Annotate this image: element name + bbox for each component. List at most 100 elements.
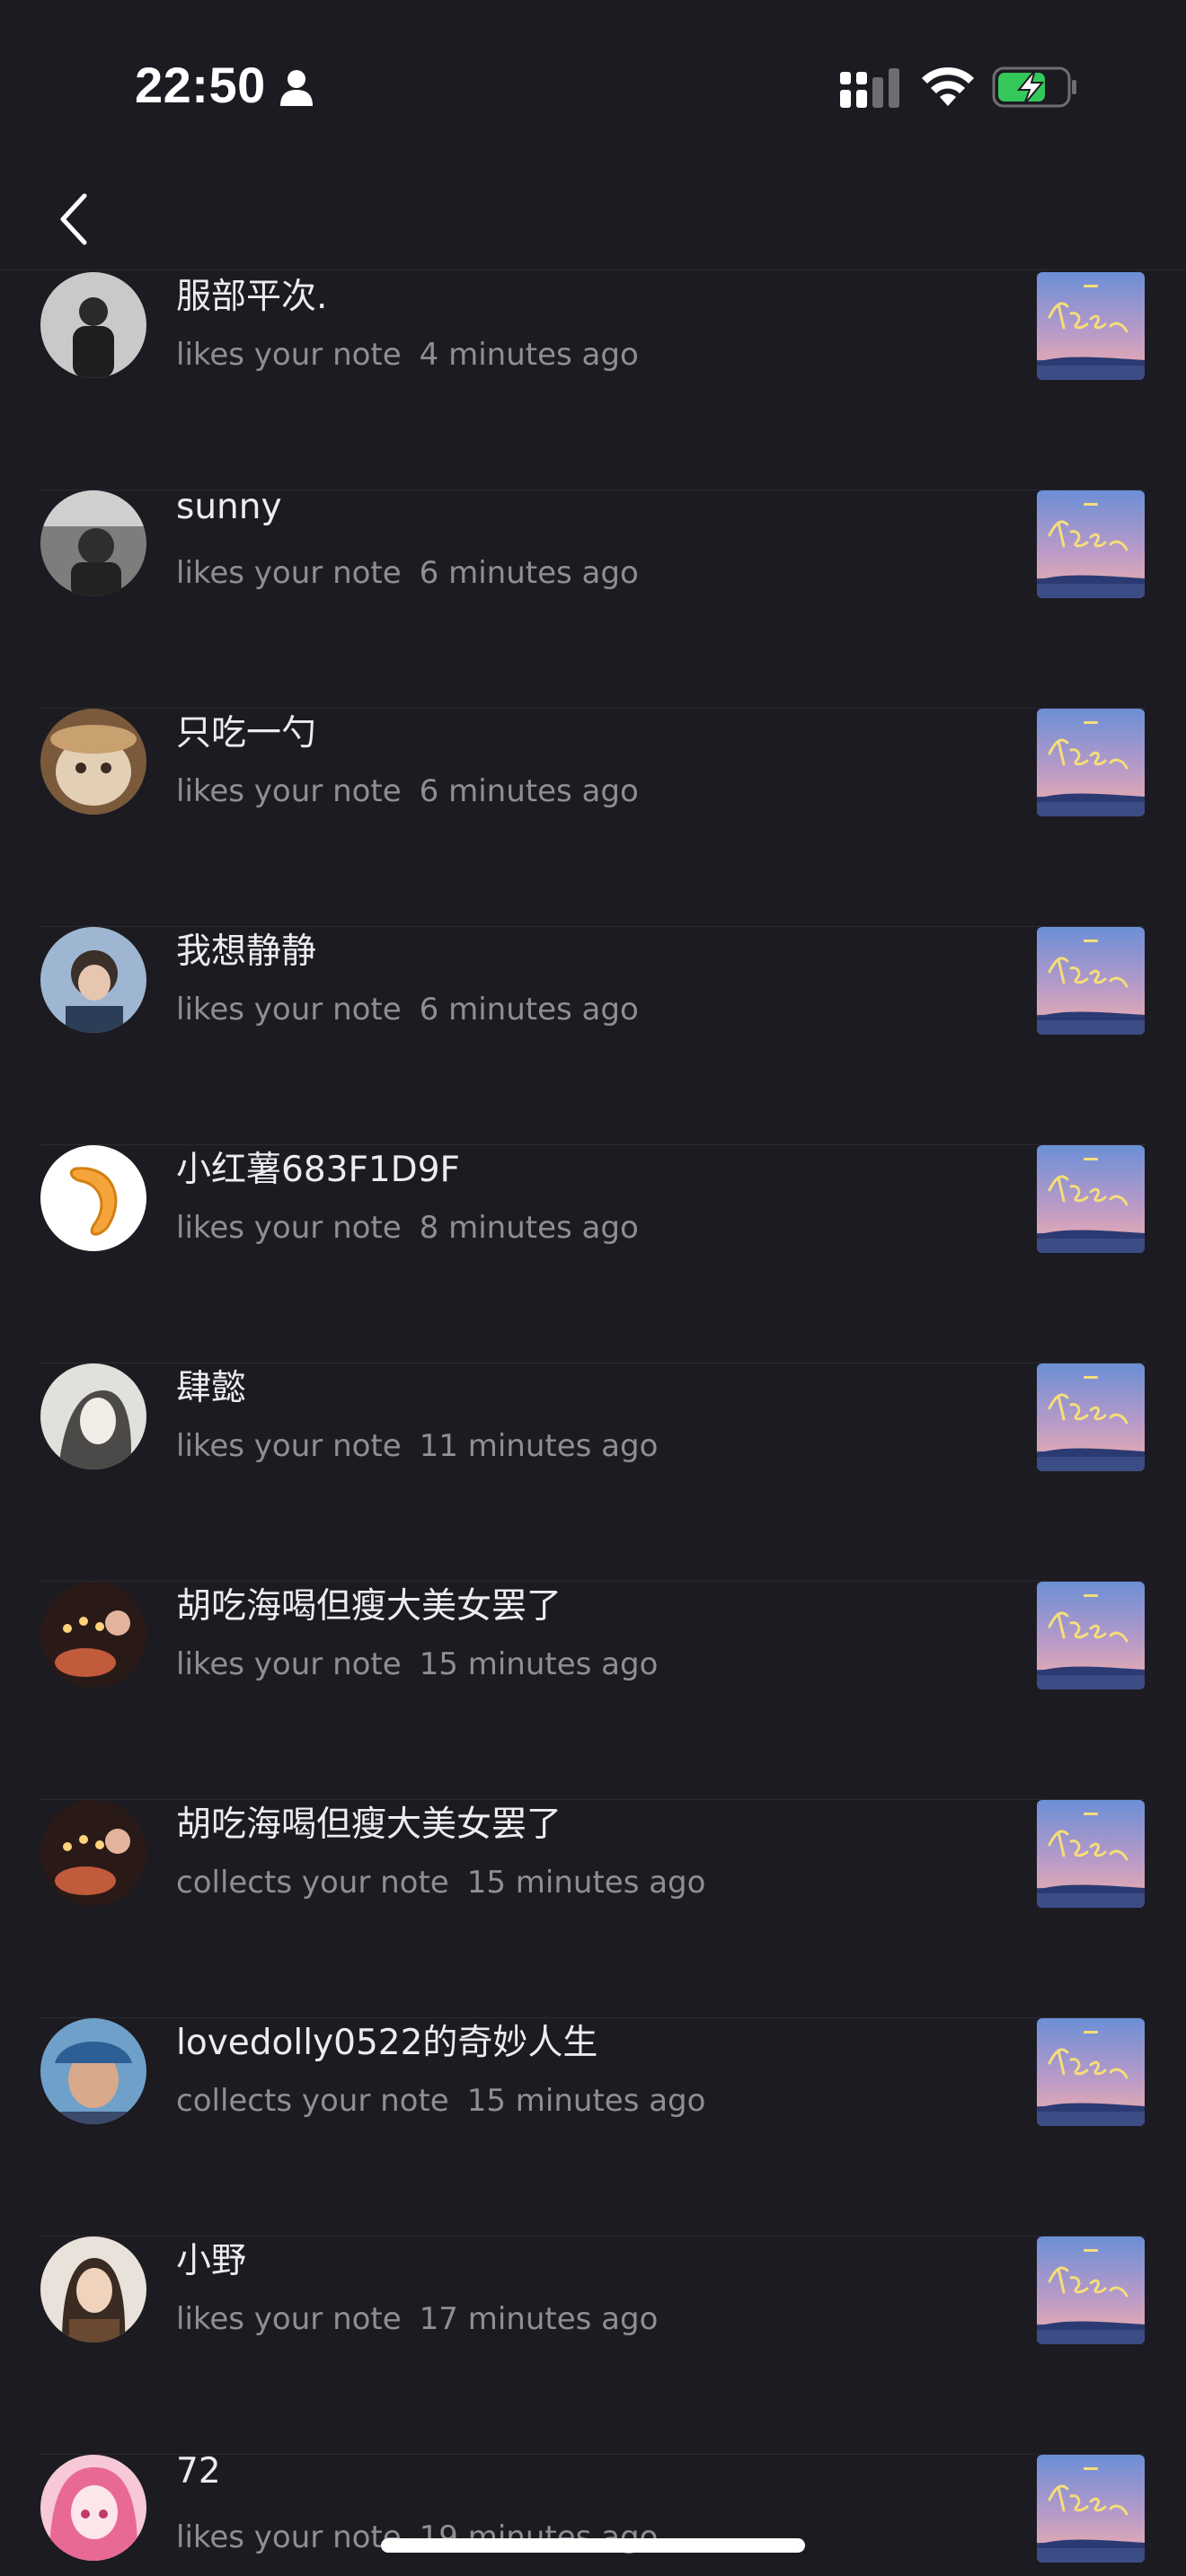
avatar-image bbox=[40, 2236, 146, 2342]
note-thumbnail-image bbox=[1037, 709, 1145, 816]
notification-action: collects your note bbox=[176, 2083, 449, 2119]
notification-time: 15 minutes ago bbox=[466, 1865, 706, 1901]
back-button[interactable] bbox=[47, 183, 101, 255]
notification-row[interactable]: 小红薯683F1D9F likes your note 8 minutes ago bbox=[0, 1145, 1186, 1363]
notification-meta: likes your note 8 minutes ago bbox=[176, 1210, 639, 1246]
note-thumbnail[interactable] bbox=[1037, 1145, 1145, 1253]
avatar-image bbox=[40, 1800, 146, 1906]
notification-row[interactable]: lovedolly0522的奇妙人生 collects your note 15 m… bbox=[0, 2018, 1186, 2236]
notification-time: 6 minutes ago bbox=[419, 992, 639, 1028]
notification-time: 8 minutes ago bbox=[419, 1210, 639, 1246]
notification-time: 11 minutes ago bbox=[419, 1428, 659, 1464]
avatar-image bbox=[40, 2018, 146, 2124]
notification-meta: likes your note 6 minutes ago bbox=[176, 555, 639, 591]
notification-row[interactable]: sunny likes your note 6 minutes ago bbox=[0, 487, 1186, 709]
notification-action: likes your note bbox=[176, 773, 402, 809]
note-thumbnail-image bbox=[1037, 1145, 1145, 1253]
user-avatar[interactable] bbox=[40, 2018, 146, 2124]
avatar-image bbox=[40, 490, 146, 596]
user-avatar[interactable] bbox=[40, 1800, 146, 1906]
notification-meta: likes your note 15 minutes ago bbox=[176, 1646, 658, 1682]
user-avatar[interactable] bbox=[40, 927, 146, 1033]
status-bar: 22:50 bbox=[0, 0, 1186, 171]
note-thumbnail[interactable] bbox=[1037, 927, 1145, 1035]
user-avatar[interactable] bbox=[40, 1363, 146, 1469]
username[interactable]: 只吃一勺 bbox=[176, 705, 316, 755]
note-thumbnail[interactable] bbox=[1037, 272, 1145, 380]
cellular-signal-icon bbox=[840, 68, 899, 108]
username[interactable]: sunny bbox=[176, 487, 282, 527]
person-icon bbox=[280, 70, 313, 106]
user-avatar[interactable] bbox=[40, 490, 146, 596]
notification-row[interactable]: 小野 likes your note 17 minutes ago bbox=[0, 2236, 1186, 2455]
note-thumbnail[interactable] bbox=[1037, 1800, 1145, 1908]
user-avatar[interactable] bbox=[40, 2236, 146, 2342]
note-thumbnail[interactable] bbox=[1037, 2455, 1145, 2563]
notification-list[interactable]: 服部平次. likes your note 4 minutes ago sunny li… bbox=[0, 269, 1186, 2576]
note-thumbnail-image bbox=[1037, 1363, 1145, 1471]
notification-row[interactable]: 胡吃海喝但瘦大美女罢了 likes your note 15 minutes ago bbox=[0, 1582, 1186, 1800]
username[interactable]: 胡吃海喝但瘦大美女罢了 bbox=[176, 1578, 562, 1628]
notification-action: likes your note bbox=[176, 555, 402, 591]
chevron-left-icon bbox=[60, 193, 87, 245]
notification-row[interactable]: 72 likes your note 19 minutes ago bbox=[0, 2451, 1186, 2576]
avatar-image bbox=[40, 709, 146, 815]
notification-action: likes your note bbox=[176, 1428, 402, 1464]
user-avatar[interactable] bbox=[40, 1582, 146, 1688]
note-thumbnail-image bbox=[1037, 2455, 1145, 2563]
username[interactable]: 服部平次. bbox=[176, 269, 327, 319]
avatar-image bbox=[40, 1145, 146, 1251]
username[interactable]: 肆懿 bbox=[176, 1360, 246, 1410]
note-thumbnail-image bbox=[1037, 490, 1145, 598]
username[interactable]: 我想静静 bbox=[176, 923, 316, 974]
notification-time: 4 minutes ago bbox=[419, 337, 639, 373]
username[interactable]: 72 bbox=[176, 2451, 221, 2492]
notification-meta: likes your note 6 minutes ago bbox=[176, 992, 639, 1028]
username[interactable]: 小红薯683F1D9F bbox=[176, 1142, 460, 1192]
wifi-icon bbox=[922, 66, 974, 106]
notification-action: likes your note bbox=[176, 1646, 402, 1682]
note-thumbnail-image bbox=[1037, 272, 1145, 380]
note-thumbnail[interactable] bbox=[1037, 1582, 1145, 1689]
avatar-image bbox=[40, 927, 146, 1033]
notification-row[interactable]: 服部平次. likes your note 4 minutes ago bbox=[0, 272, 1186, 490]
username[interactable]: 小野 bbox=[176, 2233, 246, 2283]
notification-row[interactable]: 肆懿 likes your note 11 minutes ago bbox=[0, 1363, 1186, 1582]
note-thumbnail[interactable] bbox=[1037, 709, 1145, 816]
nav-bar bbox=[0, 171, 1186, 270]
note-thumbnail[interactable] bbox=[1037, 490, 1145, 598]
avatar-image bbox=[40, 272, 146, 378]
user-avatar[interactable] bbox=[40, 272, 146, 378]
user-avatar[interactable] bbox=[40, 709, 146, 815]
home-indicator[interactable] bbox=[381, 2538, 805, 2553]
user-avatar[interactable] bbox=[40, 1145, 146, 1251]
username[interactable]: lovedolly0522的奇妙人生 bbox=[176, 2015, 597, 2065]
avatar-image bbox=[40, 1582, 146, 1688]
notification-meta: likes your note 11 minutes ago bbox=[176, 1428, 658, 1464]
battery-charging-icon bbox=[992, 66, 1076, 108]
notification-row[interactable]: 胡吃海喝但瘦大美女罢了 collects your note 15 minutes … bbox=[0, 1800, 1186, 2018]
notification-action: likes your note bbox=[176, 2519, 402, 2555]
avatar-image bbox=[40, 2455, 146, 2561]
notification-action: collects your note bbox=[176, 1865, 449, 1901]
notification-time: 6 minutes ago bbox=[419, 555, 639, 591]
notification-meta: likes your note 17 minutes ago bbox=[176, 2301, 658, 2337]
notification-action: likes your note bbox=[176, 992, 402, 1028]
notification-action: likes your note bbox=[176, 1210, 402, 1246]
note-thumbnail[interactable] bbox=[1037, 2018, 1145, 2126]
note-thumbnail-image bbox=[1037, 1582, 1145, 1689]
notification-time: 15 minutes ago bbox=[466, 2083, 706, 2119]
status-time: 22:50 bbox=[135, 57, 266, 113]
note-thumbnail-image bbox=[1037, 1800, 1145, 1908]
notification-row[interactable]: 只吃一勺 likes your note 6 minutes ago bbox=[0, 709, 1186, 927]
notification-meta: likes your note 6 minutes ago bbox=[176, 773, 639, 809]
notification-action: likes your note bbox=[176, 337, 402, 373]
user-avatar[interactable] bbox=[40, 2455, 146, 2561]
notification-time: 17 minutes ago bbox=[419, 2301, 659, 2337]
notification-row[interactable]: 我想静静 likes your note 6 minutes ago bbox=[0, 927, 1186, 1145]
note-thumbnail[interactable] bbox=[1037, 2236, 1145, 2344]
notification-meta: collects your note 15 minutes ago bbox=[176, 2083, 705, 2119]
username[interactable]: 胡吃海喝但瘦大美女罢了 bbox=[176, 1796, 562, 1847]
notification-action: likes your note bbox=[176, 2301, 402, 2337]
note-thumbnail[interactable] bbox=[1037, 1363, 1145, 1471]
